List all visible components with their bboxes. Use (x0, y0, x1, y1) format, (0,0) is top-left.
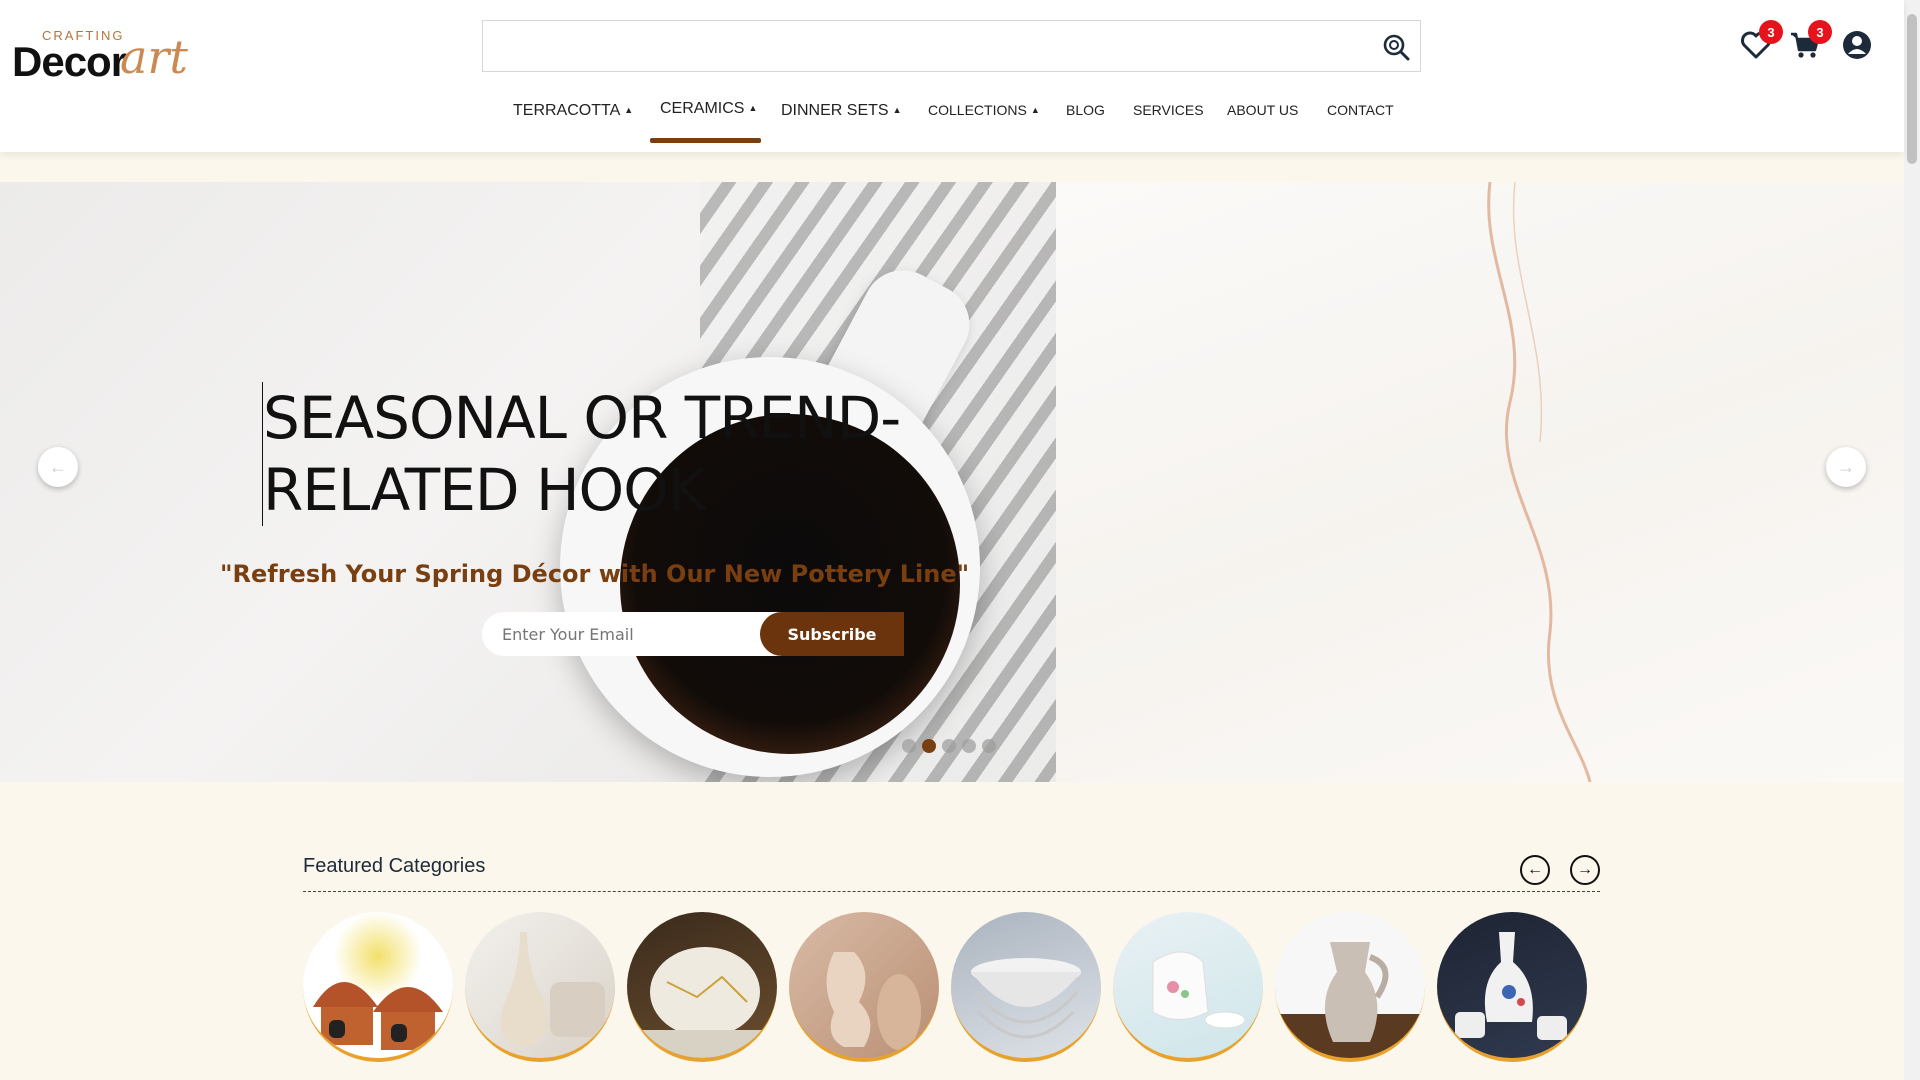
nav-label: CERAMICS (660, 100, 745, 117)
wishlist-button[interactable]: 3 (1739, 20, 1783, 62)
featured-categories-header: Featured Categories ← → (303, 855, 1600, 892)
category-kintsugi[interactable] (627, 912, 777, 1062)
arrow-left-icon: ← (49, 456, 67, 477)
nav-collections[interactable]: COLLECTIONS ▲ (928, 102, 1040, 118)
categories-prev-button[interactable]: ← (1520, 855, 1550, 885)
caret-up-icon: ▲ (748, 103, 758, 113)
nav-label: DINNER SETS (781, 102, 889, 119)
stone-pitcher-icon (1324, 942, 1389, 1042)
main-nav: TERRACOTTA ▲ CERAMICS ▲ DINNER SETS ▲ COLLE… (0, 92, 1904, 144)
subscribe-button[interactable]: Subscribe (760, 612, 904, 656)
nav-terracotta[interactable]: TERRACOTTA ▲ (513, 102, 633, 120)
category-terracotta[interactable] (303, 912, 453, 1062)
hero-title-line: RELATED HOOK (263, 456, 706, 524)
terracotta-huts-icon (313, 982, 443, 1050)
caret-up-icon: ▲ (624, 105, 634, 115)
nav-label: TERRACOTTA (513, 102, 621, 119)
section-divider (303, 891, 1600, 892)
section-title: Featured Categories (303, 855, 486, 877)
site-header: CRAFTING Decor art 3 3 TERRACOTTA ▲ CERA… (0, 0, 1904, 152)
nav-about-us[interactable]: ABOUT US (1227, 102, 1298, 118)
nav-contact[interactable]: CONTACT (1327, 102, 1394, 118)
logo-script: art (120, 30, 188, 84)
hero-title-line: SEASONAL OR TREND- (263, 384, 901, 452)
nav-blog[interactable]: BLOG (1066, 102, 1105, 118)
arrow-left-icon: ← (1527, 861, 1543, 878)
nav-ceramics[interactable]: CERAMICS ▲ (660, 100, 757, 118)
category-tea-sets[interactable] (1113, 912, 1263, 1062)
arrow-right-icon: → (1577, 861, 1593, 878)
nav-active-indicator (650, 138, 761, 143)
hero-carousel: SEASONAL OR TREND- RELATED HOOK "Refresh… (0, 182, 1904, 782)
cream-vase-icon (500, 932, 605, 1047)
search-icon[interactable] (1382, 33, 1410, 61)
carousel-dot[interactable] (902, 739, 916, 753)
marble-vein (1487, 182, 1592, 782)
carousel-dot[interactable] (982, 739, 996, 753)
cart-count-badge: 3 (1808, 20, 1832, 44)
carousel-prev-button[interactable]: ← (38, 447, 78, 487)
cart-button[interactable]: 3 (1788, 20, 1832, 62)
hero-subtitle: "Refresh Your Spring Décor with Our New … (220, 560, 970, 588)
category-bowls[interactable] (951, 912, 1101, 1062)
category-pitchers[interactable] (1275, 912, 1425, 1062)
category-sculpted[interactable] (789, 912, 939, 1062)
account-button[interactable] (1840, 28, 1874, 62)
floral-teapot-icon (1152, 951, 1246, 1029)
logo[interactable]: CRAFTING Decor art (12, 24, 192, 85)
arrow-right-icon: → (1837, 456, 1855, 477)
search-input[interactable] (483, 21, 1363, 71)
hero-title: SEASONAL OR TREND- RELATED HOOK (262, 382, 902, 526)
sculpted-vases-icon (826, 952, 921, 1050)
nav-dinner-sets[interactable]: DINNER SETS ▲ (781, 102, 902, 120)
user-icon (1843, 31, 1871, 59)
caret-up-icon: ▲ (892, 105, 902, 115)
carousel-dot[interactable] (962, 739, 976, 753)
scrollbar-thumb[interactable] (1907, 14, 1917, 164)
nav-label: COLLECTIONS (928, 102, 1027, 118)
email-input[interactable] (482, 612, 782, 656)
nav-services[interactable]: SERVICES (1133, 102, 1204, 118)
blue-floral-vase-icon (1455, 932, 1567, 1040)
carousel-dot[interactable] (942, 739, 956, 753)
subscribe-form: Subscribe (482, 612, 904, 656)
carousel-dots (902, 739, 996, 753)
scrollbar-track[interactable] (1904, 0, 1920, 1080)
stacked-bowls-icon (971, 958, 1081, 1039)
caret-up-icon: ▲ (1030, 105, 1040, 115)
category-blue-floral[interactable] (1437, 912, 1587, 1062)
carousel-dot-active[interactable] (922, 739, 936, 753)
kintsugi-bowl-icon (627, 947, 777, 1058)
category-vases[interactable] (465, 912, 615, 1062)
search-bar (482, 20, 1421, 72)
wishlist-count-badge: 3 (1759, 20, 1783, 44)
logo-wordmark: Decor (12, 38, 127, 85)
carousel-next-button[interactable]: → (1826, 447, 1866, 487)
categories-next-button[interactable]: → (1570, 855, 1600, 885)
